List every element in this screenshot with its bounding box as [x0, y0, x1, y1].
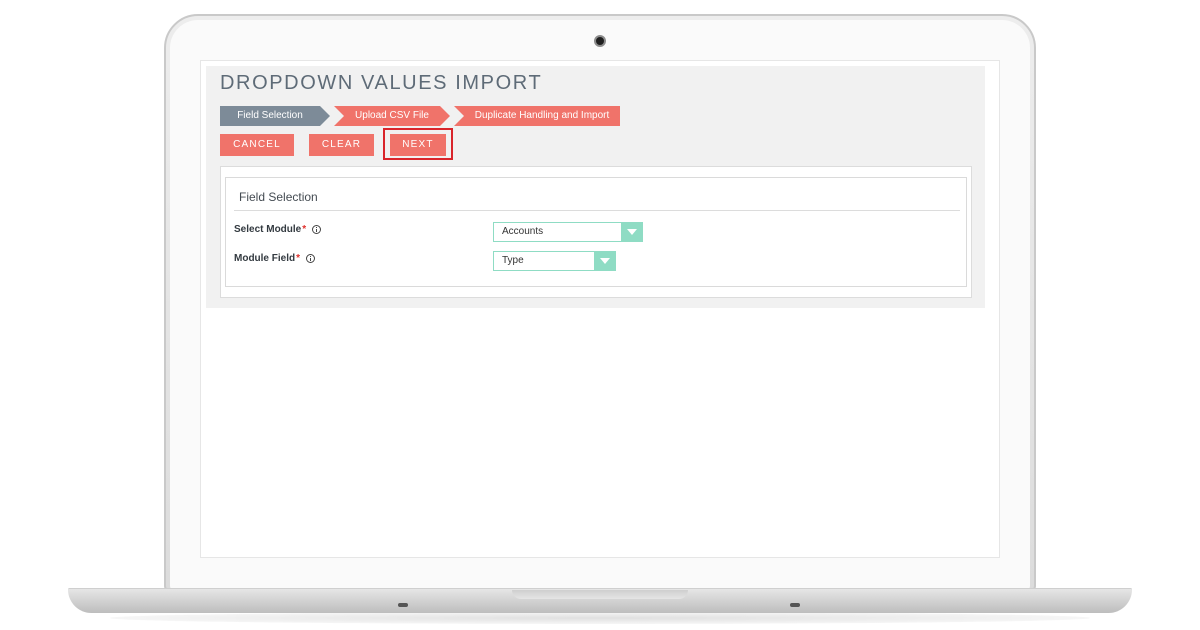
camera-icon: [594, 35, 606, 47]
page-title: DROPDOWN VALUES IMPORT: [220, 72, 543, 94]
field-selection-panel: Field Selection Select Module * Accounts…: [220, 166, 972, 298]
panel-divider: [234, 210, 960, 211]
cancel-button[interactable]: CANCEL: [220, 134, 294, 156]
info-icon[interactable]: [312, 225, 322, 234]
field-selection-box: Field Selection Select Module * Accounts…: [225, 177, 967, 287]
laptop-foot-left: [398, 603, 408, 607]
select-module-label: Select Module *: [234, 224, 322, 235]
module-field-label-text: Module Field: [234, 253, 296, 264]
wizard-step-duplicate-handling: Duplicate Handling and Import: [454, 106, 620, 126]
module-field-value: Type: [502, 255, 524, 266]
laptop-shadow: [110, 612, 1090, 624]
import-wizard: DROPDOWN VALUES IMPORT Field Selection U…: [206, 66, 985, 308]
module-field-label: Module Field *: [234, 253, 316, 264]
select-module-label-text: Select Module: [234, 224, 302, 235]
laptop-notch: [512, 590, 688, 599]
chevron-down-icon[interactable]: [594, 252, 615, 270]
required-mark: *: [302, 224, 307, 235]
laptop-foot-right: [790, 603, 800, 607]
wizard-step-upload-csv: Upload CSV File: [334, 106, 450, 126]
select-module-value: Accounts: [502, 226, 544, 237]
laptop-screen: DROPDOWN VALUES IMPORT Field Selection U…: [200, 60, 1000, 558]
next-button-highlight: [383, 128, 453, 160]
module-field-dropdown[interactable]: Type: [493, 251, 616, 271]
select-module-dropdown[interactable]: Accounts: [493, 222, 643, 242]
clear-button[interactable]: CLEAR: [309, 134, 374, 156]
chevron-down-icon[interactable]: [621, 223, 642, 241]
panel-header: Field Selection: [239, 190, 318, 204]
required-mark: *: [296, 253, 301, 264]
wizard-step-field-selection: Field Selection: [220, 106, 330, 126]
info-icon[interactable]: [306, 254, 316, 263]
